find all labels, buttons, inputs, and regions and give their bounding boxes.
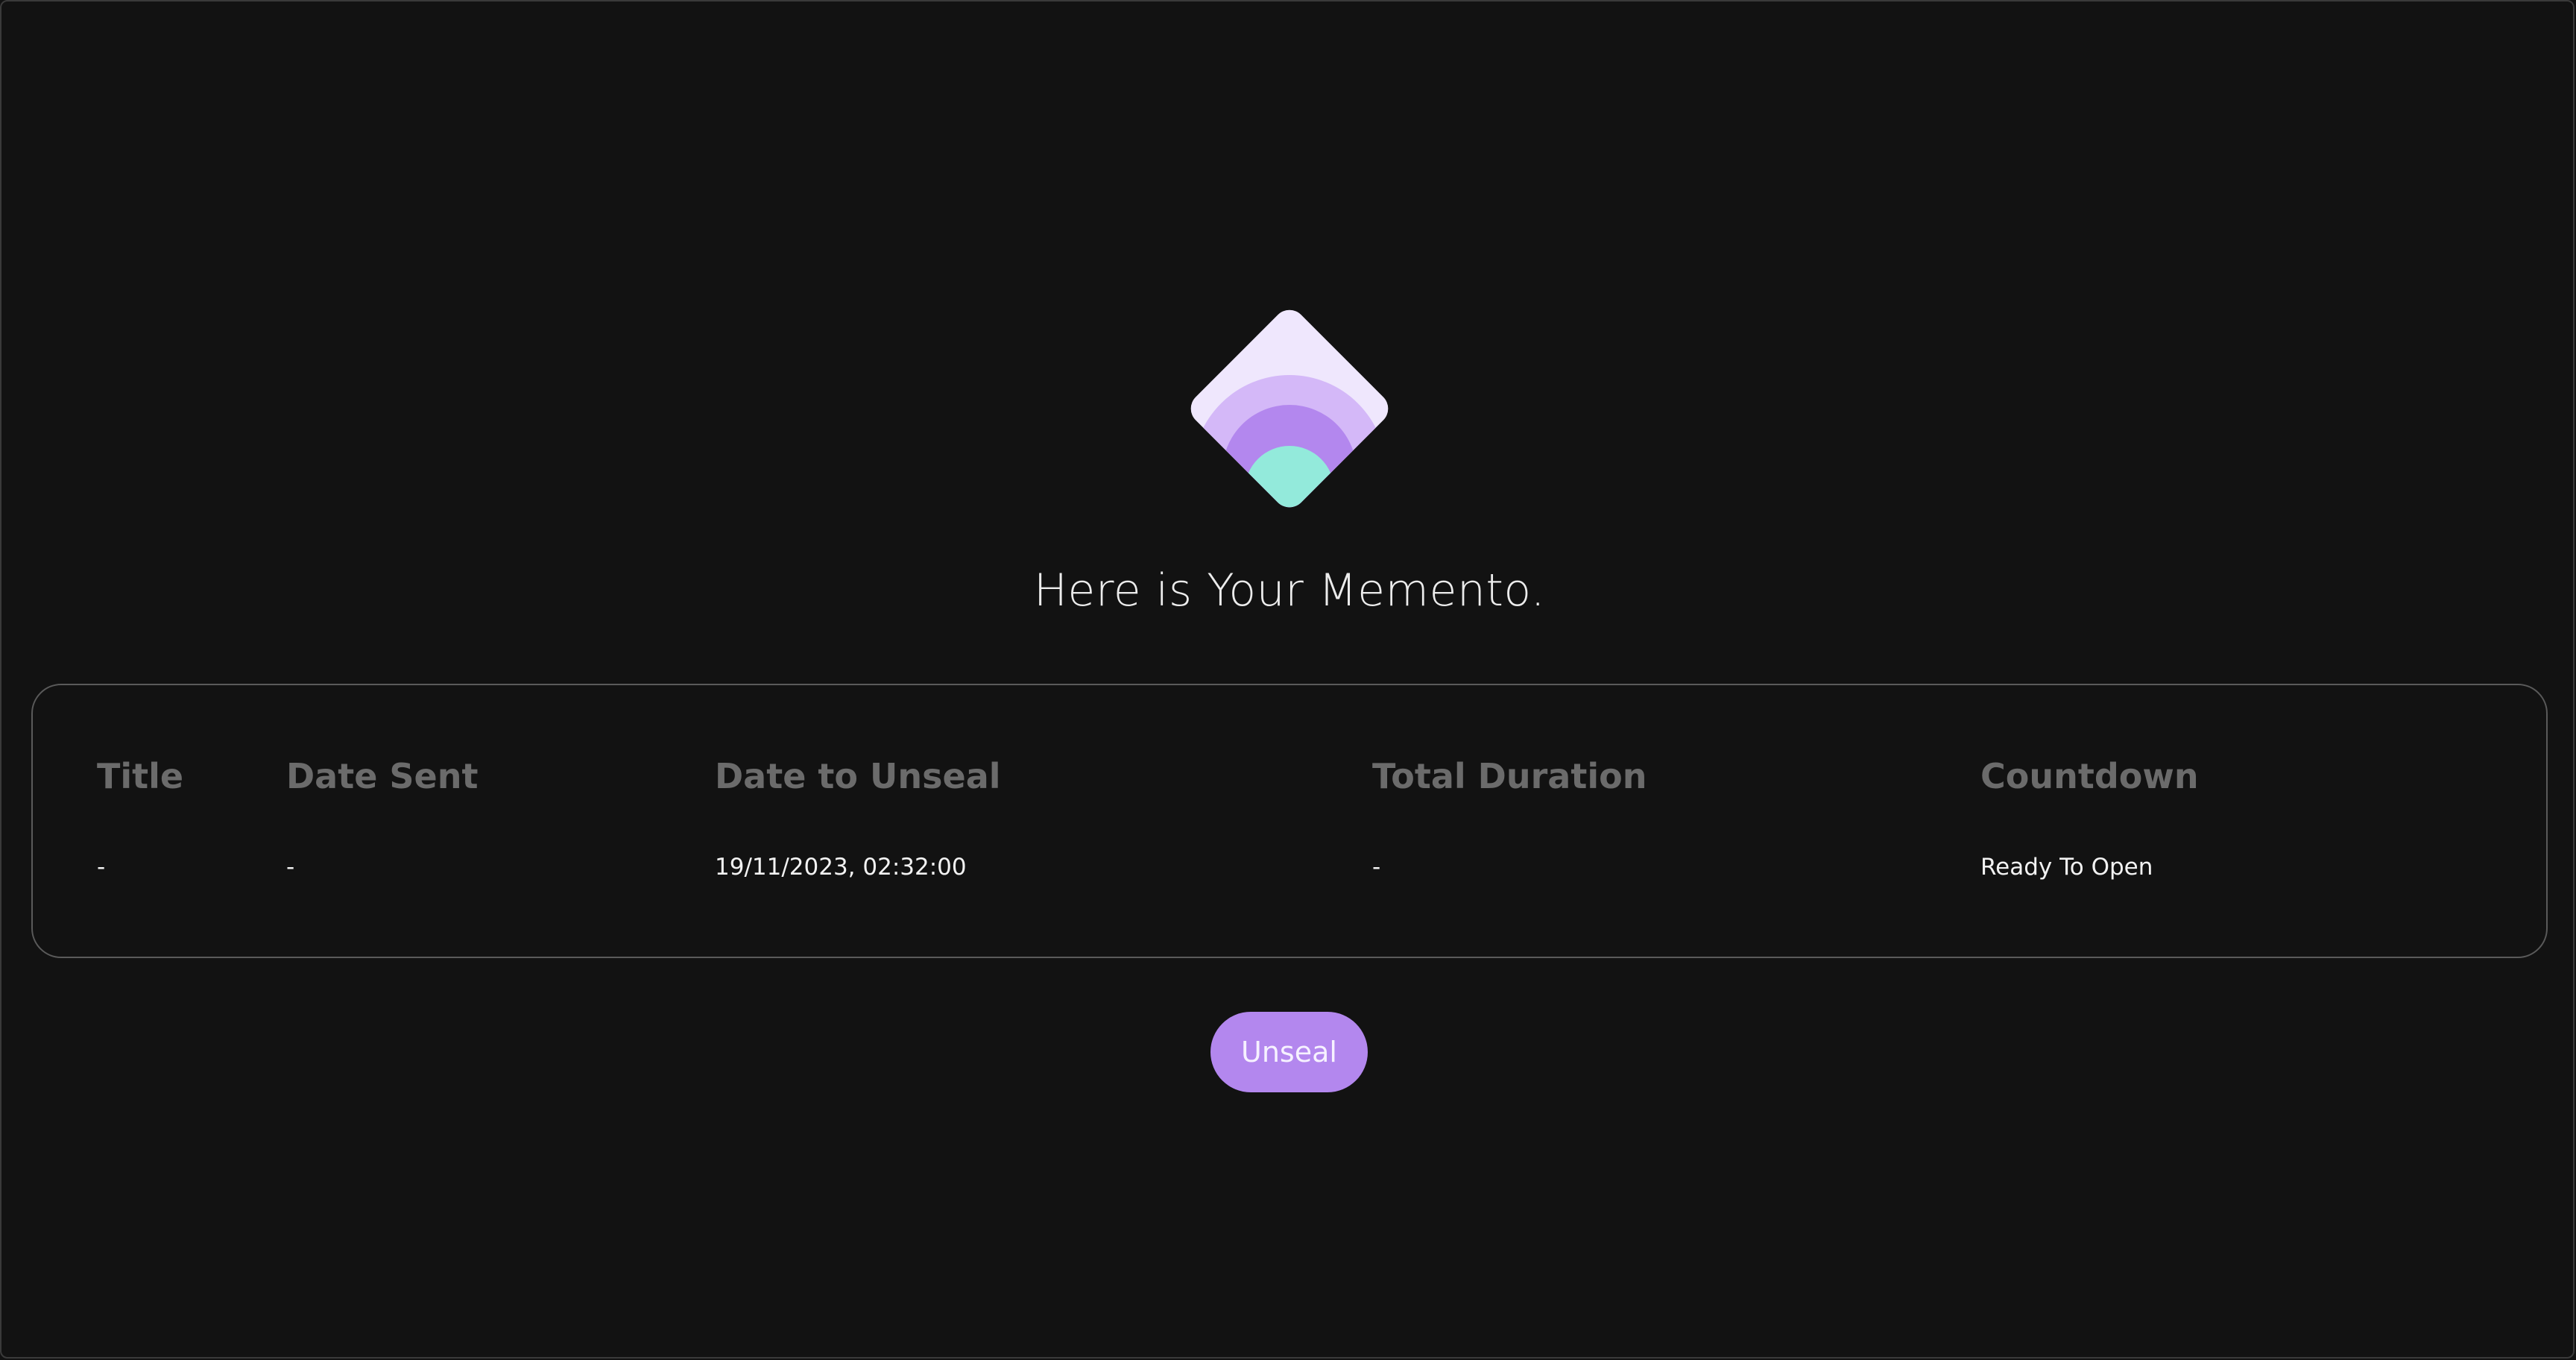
column-value-date-to-unseal: 19/11/2023, 02:32:00 xyxy=(715,854,967,881)
column-header-title: Title xyxy=(97,756,184,796)
memento-diamond-logo-icon xyxy=(1190,309,1389,514)
column-header-total-duration: Total Duration xyxy=(1372,756,1647,796)
memento-details-card: Title - Date Sent - Date to Unseal 19/11… xyxy=(31,684,2548,958)
column-value-countdown: Ready To Open xyxy=(1980,854,2153,881)
column-value-title: - xyxy=(97,854,106,881)
column-header-date-sent: Date Sent xyxy=(286,756,479,796)
column-header-countdown: Countdown xyxy=(1980,756,2199,796)
app-window: Here is Your Memento. Title - Date Sent … xyxy=(0,0,2575,1359)
column-value-total-duration: - xyxy=(1372,854,1381,881)
column-value-date-sent: - xyxy=(286,854,295,881)
column-header-date-to-unseal: Date to Unseal xyxy=(715,756,1001,796)
page-title: Here is Your Memento. xyxy=(1033,564,1546,617)
unseal-button[interactable]: Unseal xyxy=(1210,1012,1368,1092)
